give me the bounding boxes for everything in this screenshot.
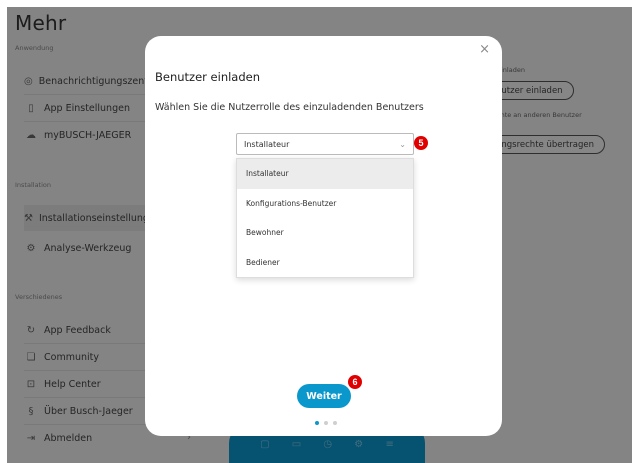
role-select-value: Installateur (244, 139, 290, 149)
role-dropdown-list: Installateur Konfigurations-Benutzer Bew… (236, 158, 414, 278)
dialog-title: Benutzer einladen (155, 70, 261, 84)
page-dot (333, 421, 337, 425)
role-select[interactable]: Installateur ⌄ (236, 133, 414, 155)
next-button[interactable]: Weiter (297, 384, 351, 408)
role-option-bediener[interactable]: Bediener (237, 248, 413, 278)
dialog-subtitle: Wählen Sie die Nutzerrolle des einzulade… (155, 102, 424, 113)
annotation-badge-5: 5 (414, 136, 428, 150)
pagination-dots (315, 421, 337, 425)
chevron-down-icon: ⌄ (399, 139, 406, 149)
role-option-installateur[interactable]: Installateur (237, 159, 413, 189)
role-option-bewohner[interactable]: Bewohner (237, 218, 413, 248)
page-dot-active (315, 421, 319, 425)
role-option-konfigurations-benutzer[interactable]: Konfigurations-Benutzer (237, 189, 413, 219)
annotation-badge-6: 6 (348, 375, 362, 389)
close-icon[interactable]: × (479, 42, 490, 57)
page-dot (324, 421, 328, 425)
invite-user-dialog: × Benutzer einladen Wählen Sie die Nutze… (145, 36, 502, 436)
